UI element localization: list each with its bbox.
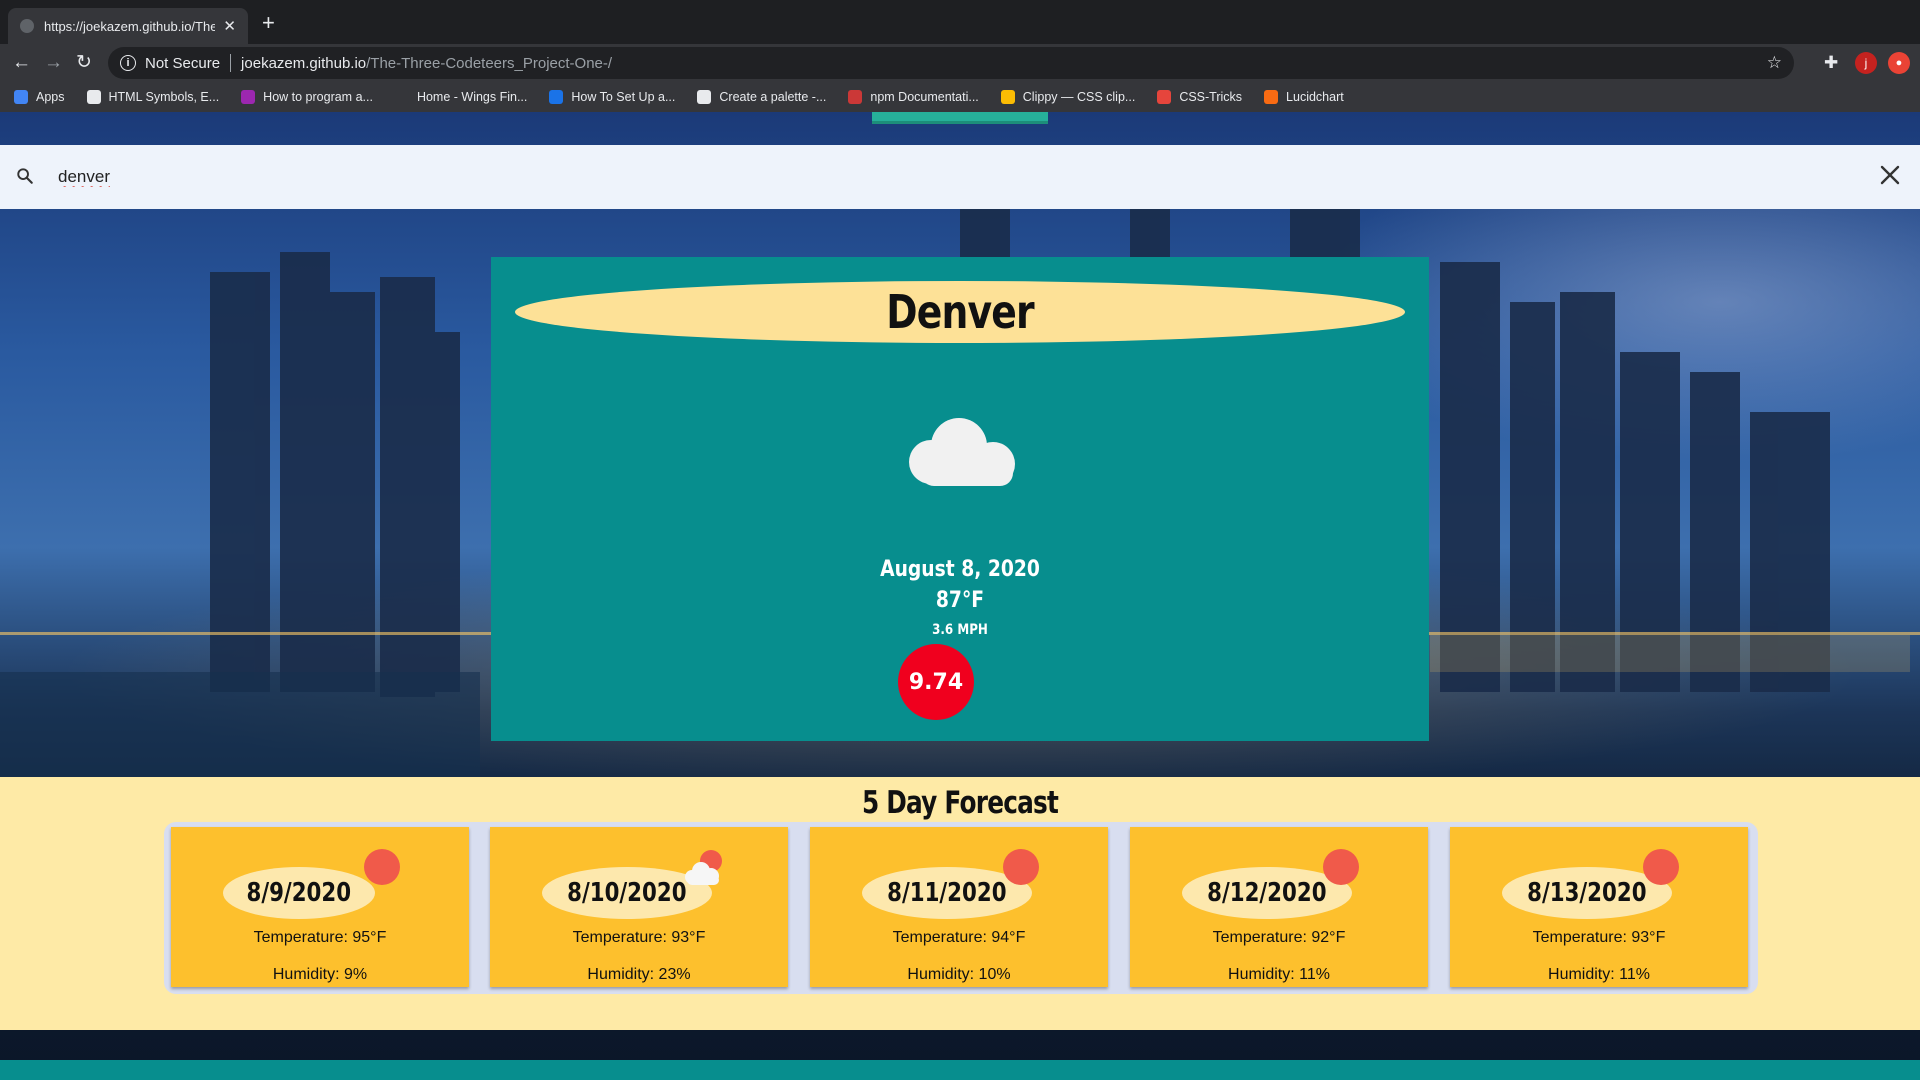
back-arrow-icon[interactable]: ←: [12, 53, 31, 73]
address-bar[interactable]: i Not Secure joekazem.github.io/The-Thre…: [108, 47, 1794, 79]
forecast-date-text: 8/10/2020: [567, 878, 687, 908]
bookmark-label: HTML Symbols, E...: [108, 90, 220, 104]
bookmark-label: Lucidchart: [1286, 90, 1344, 104]
security-label[interactable]: Not Secure: [145, 55, 220, 72]
bookmark-label: How To Set Up a...: [571, 90, 676, 104]
forecast-date-text: 8/13/2020: [1527, 878, 1647, 908]
forecast-card: 8/11/2020 Temperature: 94°F Humidity: 10…: [810, 827, 1108, 987]
wikipedia-w-icon: [394, 90, 409, 104]
bookmark-star-icon[interactable]: ☆: [1767, 53, 1782, 73]
browser-toolbar: ← → ↻ i Not Secure joekazem.github.io/Th…: [0, 44, 1920, 82]
current-wind-speed: 3.6 MPH: [932, 622, 988, 638]
search-bar: [0, 145, 1920, 209]
forecast-date: 8/9/2020: [223, 867, 375, 919]
forecast-card: 8/9/2020 Temperature: 95°F Humidity: 9%: [171, 827, 469, 987]
footer-strip: [0, 1060, 1920, 1080]
extension-icon[interactable]: ●: [1888, 52, 1910, 74]
npm-icon: [848, 90, 863, 104]
header-accent: [872, 112, 1048, 124]
bookmark-html-symbols[interactable]: HTML Symbols, E...: [86, 90, 220, 104]
bookmark-how-to-program[interactable]: How to program a...: [241, 90, 373, 104]
bookmark-apps[interactable]: Apps: [14, 90, 65, 104]
profile-avatar[interactable]: j: [1855, 52, 1877, 74]
grid-icon: [241, 90, 256, 104]
city-name: Denver: [886, 285, 1034, 339]
bookmark-css-tricks[interactable]: CSS-Tricks: [1157, 90, 1242, 104]
bookmark-label: CSS-Tricks: [1179, 90, 1243, 104]
bookmark-label: Clippy — CSS clip...: [1022, 90, 1136, 104]
browser-tab-bar: https://joekazem.github.io/The ✕ +: [0, 0, 1920, 44]
digitalocean-icon: [549, 90, 564, 104]
bookmark-label: npm Documentati...: [870, 90, 979, 104]
weather-page: Denver August 8, 2020 87°F 3.6 MPH 9.74 …: [0, 112, 1920, 1080]
tab-close-icon[interactable]: ✕: [223, 17, 236, 35]
close-icon[interactable]: [1878, 163, 1902, 187]
css-tricks-icon: [1157, 90, 1172, 104]
bookmark-how-to-set-up[interactable]: How To Set Up a...: [549, 90, 675, 104]
url-host[interactable]: joekazem.github.io: [241, 55, 366, 72]
sun-icon: [1643, 849, 1679, 885]
forecast-date-text: 8/9/2020: [246, 878, 352, 908]
forecast-temperature: Temperature: 94°F: [892, 929, 1026, 946]
bookmark-wings-financial[interactable]: Home - Wings Fin...: [394, 90, 528, 104]
forecast-card: 8/10/2020 Temperature: 93°F Humidity: 23…: [490, 827, 788, 987]
sun-icon: [1323, 849, 1359, 885]
sun-icon: [1003, 849, 1039, 885]
forecast-card: 8/13/2020 Temperature: 93°F Humidity: 11…: [1450, 827, 1748, 987]
extensions-puzzle-icon[interactable]: ✚: [1824, 53, 1844, 73]
bookmark-label: Create a palette -...: [719, 90, 827, 104]
current-weather-card: Denver August 8, 2020 87°F 3.6 MPH 9.74: [491, 257, 1429, 741]
search-input[interactable]: [58, 161, 1758, 193]
forecast-temperature: Temperature: 93°F: [1532, 929, 1666, 946]
lucidchart-icon: [1264, 90, 1279, 104]
info-icon[interactable]: i: [120, 55, 136, 71]
clippy-icon: [1000, 90, 1015, 104]
globe-icon: [86, 90, 101, 104]
globe-icon: [20, 19, 34, 33]
tab-title: https://joekazem.github.io/The: [44, 18, 216, 34]
forecast-date-text: 8/12/2020: [1207, 878, 1327, 908]
city-banner: Denver: [515, 281, 1405, 343]
browser-tab[interactable]: https://joekazem.github.io/The ✕: [8, 8, 248, 44]
apps-grid-icon: [14, 90, 28, 104]
forecast-date-text: 8/11/2020: [887, 878, 1007, 908]
palette-icon: [697, 90, 712, 104]
bookmarks-bar: Apps HTML Symbols, E... How to program a…: [0, 82, 1920, 112]
forecast-card: 8/12/2020 Temperature: 92°F Humidity: 11…: [1130, 827, 1428, 987]
bookmark-label: Apps: [36, 90, 65, 104]
bookmark-clippy[interactable]: Clippy — CSS clip...: [1000, 90, 1136, 104]
partly-cloudy-icon: [685, 850, 722, 885]
bookmark-label: How to program a...: [263, 90, 373, 104]
forecast-row: 8/9/2020 Temperature: 95°F Humidity: 9% …: [164, 822, 1758, 994]
uv-index-badge: 9.74: [898, 644, 974, 720]
search-icon[interactable]: [16, 167, 34, 185]
bookmark-create-palette[interactable]: Create a palette -...: [697, 90, 826, 104]
url-path[interactable]: /The-Three-Codeteers_Project-One-/: [366, 55, 612, 72]
forecast-title: 5 Day Forecast: [861, 785, 1059, 821]
reload-icon[interactable]: ↻: [76, 53, 92, 73]
forecast-humidity: Humidity: 10%: [907, 966, 1011, 983]
bookmark-label: Home - Wings Fin...: [416, 90, 528, 104]
forecast-humidity: Humidity: 23%: [587, 966, 691, 983]
address-separator: [230, 54, 232, 72]
forecast-humidity: Humidity: 11%: [1548, 966, 1650, 983]
sun-icon: [364, 849, 400, 885]
forward-arrow-icon[interactable]: →: [44, 53, 63, 73]
new-tab-button[interactable]: +: [262, 12, 275, 34]
forecast-temperature: Temperature: 95°F: [253, 929, 387, 946]
forecast-humidity: Humidity: 9%: [272, 966, 368, 983]
forecast-humidity: Humidity: 11%: [1228, 966, 1330, 983]
five-day-forecast: 5 Day Forecast 8/9/2020 Temperature: 95°…: [0, 777, 1920, 1030]
current-date: August 8, 2020: [880, 557, 1040, 582]
bookmark-npm[interactable]: npm Documentati...: [848, 90, 979, 104]
bookmark-lucidchart[interactable]: Lucidchart: [1264, 90, 1344, 104]
forecast-temperature: Temperature: 93°F: [572, 929, 706, 946]
forecast-temperature: Temperature: 92°F: [1212, 929, 1346, 946]
cloud-icon: [909, 418, 1015, 486]
current-temperature: 87°F: [935, 588, 985, 613]
